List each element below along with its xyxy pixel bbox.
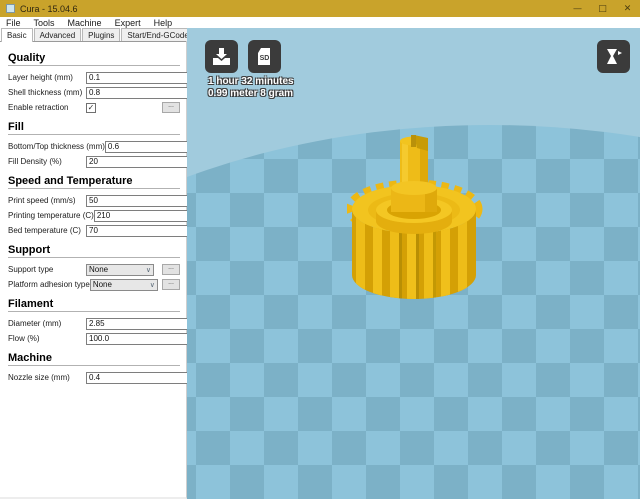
3d-viewport: SD 1 hour 32 minutes 0.99 meter 8 gram xyxy=(187,28,640,499)
tab-advanced[interactable]: Advanced xyxy=(33,28,82,41)
titlebar: Cura - 15.04.6 — □ ✕ xyxy=(0,0,640,17)
section-title: Speed and Temperature xyxy=(8,175,133,187)
support-type-more-button[interactable]: ... xyxy=(162,264,180,275)
section-support: Support Support type None ∨ ... Platform… xyxy=(8,244,180,292)
field-flow: Flow (%) xyxy=(8,331,202,346)
field-label: Flow (%) xyxy=(8,334,40,343)
section-rule xyxy=(8,257,180,258)
field-support-type: Support type None ∨ ... xyxy=(8,262,180,277)
settings-panel: Basic Advanced Plugins Start/End-GCode Q… xyxy=(0,28,221,499)
field-label: Print speed (mm/s) xyxy=(8,196,76,205)
section-title: Filament xyxy=(8,298,54,310)
section-rule xyxy=(8,65,180,66)
close-button[interactable]: ✕ xyxy=(615,0,640,17)
tab-basic[interactable]: Basic xyxy=(1,28,33,42)
section-filament: Filament Diameter (mm) Flow (%) xyxy=(8,298,202,346)
enable-retraction-checkbox[interactable]: ✓ xyxy=(86,102,96,113)
menu-expert[interactable]: Expert xyxy=(115,18,141,28)
field-label: Support type xyxy=(8,265,54,274)
nozzle-size-input[interactable] xyxy=(86,371,202,384)
sd-card-button[interactable]: SD xyxy=(248,40,281,73)
field-label: Platform adhesion type xyxy=(8,280,90,289)
selected-value: None xyxy=(89,265,109,274)
platform-adhesion-select[interactable]: None ∨ xyxy=(89,278,158,291)
retraction-more-button[interactable]: ... xyxy=(162,102,180,113)
field-label: Nozzle size (mm) xyxy=(8,373,70,382)
section-title: Machine xyxy=(8,352,53,364)
bed-temperature-input[interactable] xyxy=(86,224,202,237)
field-layer-height: Layer height (mm) xyxy=(8,70,202,85)
selected-value: None xyxy=(92,280,112,289)
app-icon xyxy=(6,4,15,13)
save-toolpath-button[interactable] xyxy=(205,40,238,73)
menu-bar: File Tools Machine Expert Help xyxy=(0,17,640,28)
field-shell-thickness: Shell thickness (mm) xyxy=(8,85,202,100)
sd-card-icon: SD xyxy=(258,48,270,65)
tab-plugins[interactable]: Plugins xyxy=(82,28,121,41)
field-label: Shell thickness (mm) xyxy=(8,88,83,97)
diameter-input[interactable] xyxy=(86,317,202,330)
field-nozzle-size: Nozzle size (mm) xyxy=(8,370,202,385)
section-fill: Fill Bottom/Top thickness (mm) Fill Dens… xyxy=(8,121,221,169)
field-bed-temperature: Bed temperature (C) xyxy=(8,223,202,238)
menu-help[interactable]: Help xyxy=(154,18,173,28)
print-speed-input[interactable] xyxy=(86,194,202,207)
field-diameter: Diameter (mm) xyxy=(8,316,202,331)
window-title: Cura - 15.04.6 xyxy=(20,3,78,14)
basic-settings: Quality Layer height (mm) Shell thicknes… xyxy=(0,42,221,385)
print-estimate: 1 hour 32 minutes 0.99 meter 8 gram xyxy=(208,76,294,100)
field-print-speed: Print speed (mm/s) xyxy=(8,193,202,208)
view-mode-button[interactable] xyxy=(597,40,630,73)
field-label: Printing temperature (C) xyxy=(8,211,94,220)
gear-model[interactable] xyxy=(347,133,487,308)
gear-shaft-slot xyxy=(411,135,416,147)
section-title: Fill xyxy=(8,121,24,133)
minimize-button[interactable]: — xyxy=(565,0,590,17)
field-label: Bed temperature (C) xyxy=(8,226,81,235)
platform-adhesion-more-button[interactable]: ... xyxy=(162,279,180,290)
field-enable-retraction: Enable retraction ✓ ... xyxy=(8,100,180,115)
menu-tools[interactable]: Tools xyxy=(34,18,55,28)
fill-density-input[interactable] xyxy=(86,155,202,168)
field-fill-density: Fill Density (%) ... xyxy=(8,154,210,169)
tab-bar: Basic Advanced Plugins Start/End-GCode xyxy=(0,28,195,42)
section-speed-temperature: Speed and Temperature Print speed (mm/s)… xyxy=(8,175,210,238)
window-controls: — □ ✕ xyxy=(565,0,640,17)
section-rule xyxy=(8,134,180,135)
section-title: Support xyxy=(8,244,51,256)
field-platform-adhesion: Platform adhesion type None ∨ ... xyxy=(8,277,180,292)
field-printing-temperature: Printing temperature (C) xyxy=(8,208,210,223)
estimate-material: 0.99 meter 8 gram xyxy=(208,88,294,99)
field-label: Layer height (mm) xyxy=(8,73,73,82)
chevron-down-icon: ∨ xyxy=(149,281,155,289)
sd-card-label: SD xyxy=(260,55,270,62)
section-rule xyxy=(8,311,180,312)
tab-start-end-gcode[interactable]: Start/End-GCode xyxy=(121,28,195,41)
chevron-down-icon: ∨ xyxy=(145,266,151,274)
section-rule xyxy=(8,188,180,189)
main-area: Basic Advanced Plugins Start/End-GCode Q… xyxy=(0,28,640,499)
menu-machine[interactable]: Machine xyxy=(68,18,102,28)
layer-height-input[interactable] xyxy=(86,71,202,84)
estimate-time: 1 hour 32 minutes xyxy=(208,76,294,87)
menu-file[interactable]: File xyxy=(6,18,21,28)
support-type-select[interactable]: None ∨ xyxy=(86,263,154,276)
field-label: Fill Density (%) xyxy=(8,157,62,166)
shell-thickness-input[interactable] xyxy=(86,86,202,99)
field-label: Diameter (mm) xyxy=(8,319,62,328)
field-label: Enable retraction xyxy=(8,103,69,112)
section-machine: Machine Nozzle size (mm) xyxy=(8,352,202,385)
save-printer-icon xyxy=(213,48,230,65)
gear-hub-top xyxy=(391,181,437,195)
section-rule xyxy=(8,365,180,366)
section-quality: Quality Layer height (mm) Shell thicknes… xyxy=(8,52,202,115)
section-title: Quality xyxy=(8,52,46,64)
flow-input[interactable] xyxy=(86,332,202,345)
view-mode-icon xyxy=(607,49,622,64)
field-bottom-top-thickness: Bottom/Top thickness (mm) xyxy=(8,139,221,154)
maximize-button[interactable]: □ xyxy=(590,0,615,17)
field-label: Bottom/Top thickness (mm) xyxy=(8,142,105,151)
